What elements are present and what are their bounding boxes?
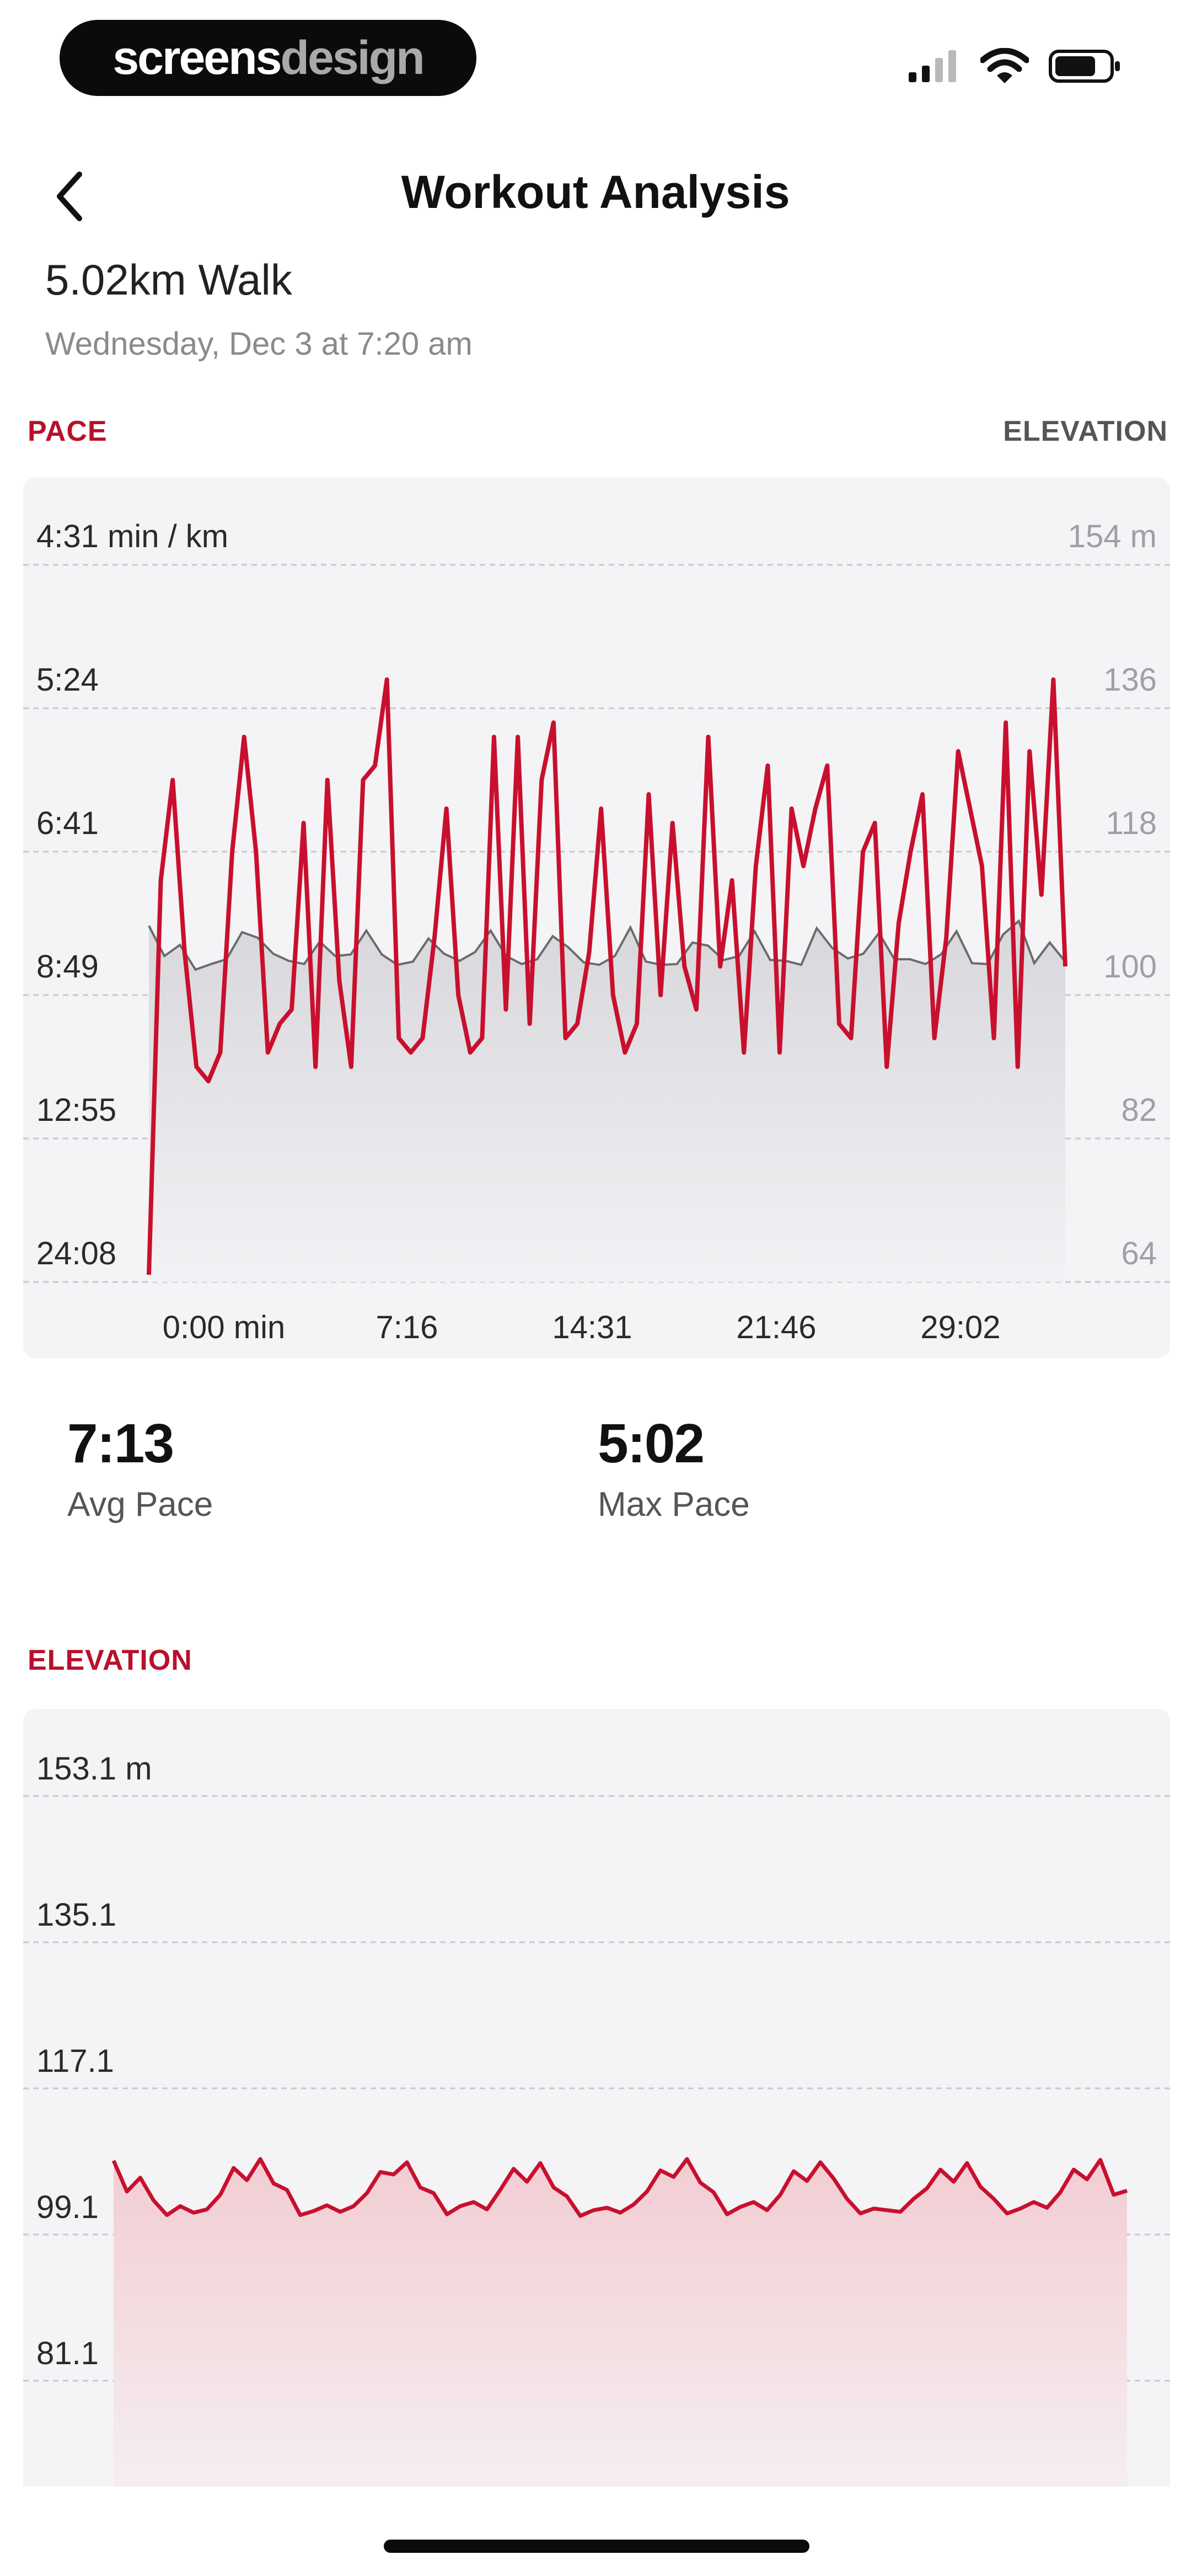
pace-y-tick-label: 24:08 [36, 1236, 116, 1271]
elevation-y-tick-label: 135.1 [36, 1897, 116, 1933]
battery-icon [1049, 50, 1120, 83]
elevation-y-tick-label: 82 [1121, 1092, 1157, 1128]
pace-x-tick-label: 0:00 min [163, 1310, 285, 1345]
elevation-y-tick-label: 154 m [1068, 519, 1157, 554]
pace-section-label: PACE [28, 415, 108, 447]
pace-y-tick-label: 4:31 min / km [36, 519, 228, 554]
elevation-y-tick-label: 118 [1106, 805, 1157, 841]
elevation-y-tick-label: 117.1 [36, 2043, 114, 2079]
brand-logo-part2: design [280, 31, 425, 84]
page-title: Workout Analysis [401, 166, 790, 218]
elevation-y-tick-label: 100 [1103, 949, 1157, 985]
pace-x-tick-label: 7:16 [376, 1310, 438, 1345]
pace-chart-svg: 4:31 min / km 5:24 6:41 8:49 12:55 24:08 154 … [23, 519, 1170, 1345]
pace-y-tick-label: 5:24 [36, 662, 99, 698]
elevation-toggle-label[interactable]: ELEVATION [1003, 415, 1168, 448]
cellular-signal-icon [909, 50, 956, 82]
elevation-chart-svg: 153.1 m 135.1 117.1 99.1 81.1 63.1 [23, 1751, 1170, 2487]
brand-logo: screens design [60, 20, 476, 96]
status-icons [908, 44, 1122, 88]
workout-name: 5.02km Walk [45, 255, 292, 304]
elevation-section-label: ELEVATION [28, 1644, 192, 1676]
elevation-y-tick-label: 153.1 m [36, 1751, 152, 1787]
pace-x-tick-label: 14:31 [552, 1310, 632, 1345]
pace-y-tick-label: 12:55 [36, 1092, 116, 1128]
elevation-y-tick-label: 64 [1121, 1236, 1157, 1271]
elevation-y-tick-label: 99.1 [36, 2189, 99, 2225]
elevation-area-fill [114, 2159, 1127, 2487]
home-indicator [384, 2540, 809, 2553]
elevation-y-tick-label: 63.1 [36, 2482, 99, 2487]
pace-x-tick-label: 29:02 [920, 1310, 1000, 1345]
max-pace-value: 5:02 [598, 1413, 705, 1474]
workout-date: Wednesday, Dec 3 at 7:20 am [45, 326, 473, 362]
avg-pace-label: Avg Pace [67, 1485, 213, 1524]
elevation-y-tick-label: 136 [1103, 662, 1157, 698]
pace-chart[interactable]: 4:31 min / km 5:24 6:41 8:49 12:55 24:08 154 … [23, 478, 1170, 1358]
elevation-background-area [149, 921, 1065, 1282]
pace-y-tick-label: 8:49 [36, 949, 99, 985]
pace-y-tick-label: 6:41 [36, 805, 99, 841]
brand-logo-part1: screens [112, 31, 282, 84]
pace-x-tick-label: 21:46 [736, 1310, 816, 1345]
max-pace-label: Max Pace [598, 1485, 750, 1524]
elevation-y-tick-label: 81.1 [36, 2335, 99, 2371]
avg-pace-value: 7:13 [67, 1413, 174, 1474]
elevation-chart[interactable]: 153.1 m 135.1 117.1 99.1 81.1 63.1 [23, 1709, 1170, 2487]
wifi-icon [980, 48, 1029, 83]
